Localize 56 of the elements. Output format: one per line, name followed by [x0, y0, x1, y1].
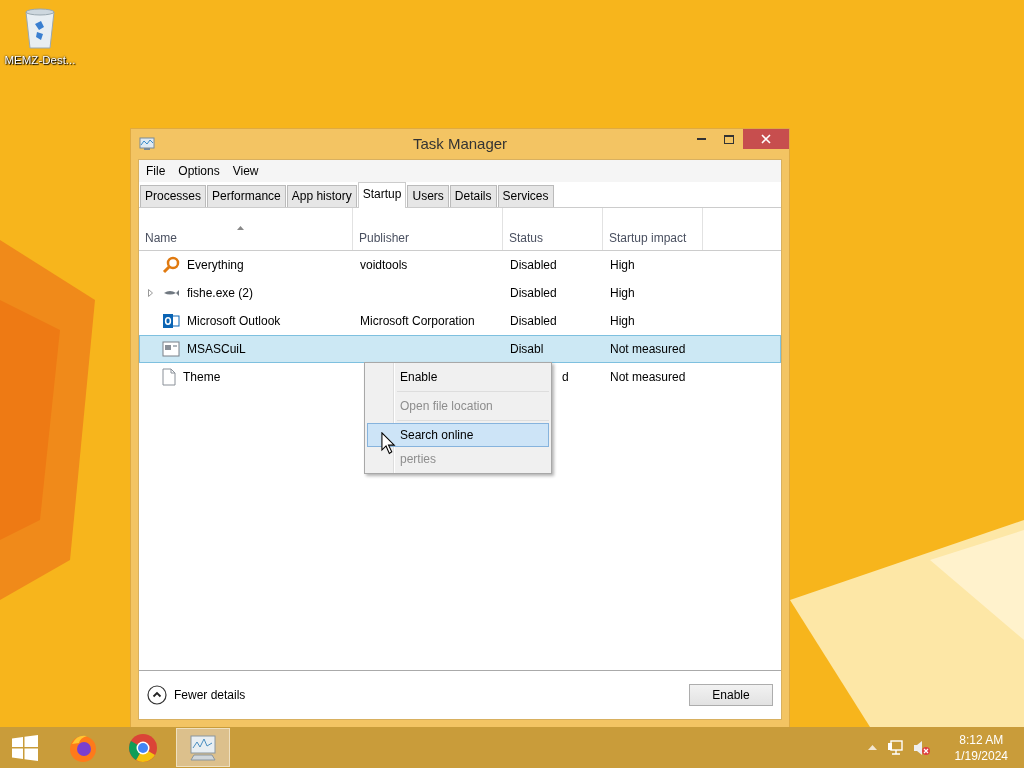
table-cell: d [562, 370, 569, 384]
tab[interactable]: Details [449, 185, 497, 207]
table-cell: Disabl [510, 342, 544, 356]
table-cell: voidtools [360, 258, 408, 272]
context-menu-item[interactable]: Search online [367, 423, 549, 447]
outlook-icon [162, 312, 180, 330]
expand-arrow-icon[interactable] [148, 289, 153, 297]
menu-item[interactable]: Options [178, 164, 220, 178]
task-manager-icon [188, 733, 218, 762]
column-header[interactable]: Status [503, 208, 603, 250]
tab[interactable]: Startup [357, 182, 407, 208]
close-icon [761, 134, 771, 144]
table-cell: High [610, 314, 635, 328]
table-cell: Disabled [510, 314, 557, 328]
document-icon [162, 368, 176, 386]
table-cell: Not measured [610, 370, 686, 384]
maximize-icon [724, 134, 734, 144]
column-header[interactable]: Startup impact [603, 208, 703, 250]
fish-icon [162, 288, 180, 298]
table-cell: Microsoft Corporation [360, 314, 475, 328]
table-cell: MSASCuiL [187, 342, 246, 356]
network-icon[interactable] [886, 739, 903, 756]
table-cell: Disabled [510, 286, 557, 300]
minimize-icon [696, 137, 706, 141]
collapse-icon[interactable] [147, 685, 167, 705]
mouse-pointer-icon [381, 432, 396, 455]
table-cell: Microsoft Outlook [187, 314, 281, 328]
tab[interactable]: Services [497, 185, 554, 207]
application-icon [162, 341, 180, 357]
column-header[interactable]: Publisher [353, 208, 503, 250]
muted-speaker-icon[interactable] [912, 739, 931, 756]
selected-table-row[interactable]: MSASCuiL Disabl Not measured [139, 335, 781, 363]
windows-logo-icon[interactable] [12, 734, 38, 761]
show-hidden-icons-icon[interactable] [867, 745, 877, 750]
column-header[interactable]: Name [139, 208, 353, 250]
table-cell: Theme [183, 370, 221, 384]
table-cell: Not measured [610, 342, 686, 356]
table-cell: Everything [187, 258, 244, 272]
table-cell: fishe.exe (2) [187, 286, 254, 300]
table-cell: High [610, 258, 635, 272]
table-cell: Disabled [510, 258, 557, 272]
menu-item[interactable]: View [232, 164, 259, 178]
menu-item[interactable]: File [146, 164, 166, 178]
window-title: Task Manager [412, 135, 508, 152]
tab[interactable]: Performance [207, 185, 286, 207]
tab[interactable]: Users [407, 185, 449, 207]
task-manager-icon [139, 137, 155, 151]
tab[interactable]: App history [286, 185, 357, 207]
enable-button[interactable]: Enable [689, 684, 773, 706]
magnifier-icon [162, 256, 180, 274]
context-menu-item[interactable]: Enable [367, 365, 549, 389]
table-cell: High [610, 286, 635, 300]
tab[interactable]: Processes [140, 185, 207, 207]
fewer-details-link[interactable]: Fewer details [174, 688, 246, 702]
taskbar-button[interactable] [176, 728, 230, 767]
chrome-icon [127, 731, 159, 764]
